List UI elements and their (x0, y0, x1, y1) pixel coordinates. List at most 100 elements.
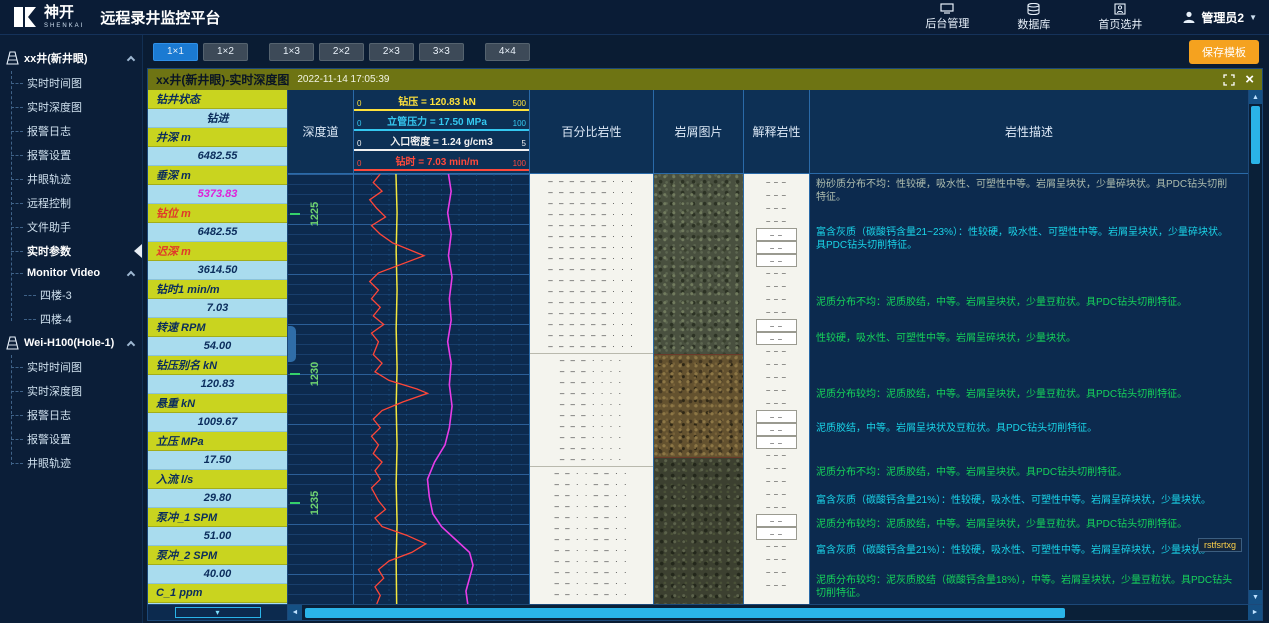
lithology-symbol-row: – – – (744, 202, 809, 215)
horizontal-scrollbar[interactable]: ◄ ► (288, 605, 1262, 620)
param-value: 钻进 (148, 109, 287, 128)
sidebar-item-realtime-params-1[interactable]: 实时参数 (0, 239, 142, 263)
params-scroll-down-button[interactable]: ▾ (175, 607, 261, 618)
lithology-symbol-row: – – – (744, 267, 809, 280)
param-value: 6482.55 (148, 223, 287, 242)
lithology-symbol-row: – – · · – – · · (530, 545, 653, 556)
lithology-symbol-row: – – (756, 514, 797, 527)
tick-mark (290, 213, 300, 215)
sidebar-item-alarm-settings-1[interactable]: 报警设置 (0, 143, 142, 167)
layout-button-1x1[interactable]: 1×1 (153, 43, 198, 61)
bottom-scroll-row: ▾ ◄ ► (148, 604, 1262, 620)
depth-value: 1225 (309, 202, 321, 226)
param-row: C_1 ppm--- (148, 584, 287, 604)
layout-button-1x3[interactable]: 1×3 (269, 43, 314, 61)
layout-button-2x3[interactable]: 2×3 (369, 43, 414, 61)
depth-value: 1235 (309, 490, 321, 514)
scroll-right-icon[interactable]: ► (1248, 605, 1262, 620)
save-template-button[interactable]: 保存模板 (1189, 40, 1259, 64)
scroll-left-icon[interactable]: ◄ (288, 605, 302, 620)
sidebar-group-xx-well[interactable]: xx井(新井眼) (0, 45, 142, 71)
sidebar-item-floor4-3[interactable]: 四楼-3 (0, 283, 142, 307)
param-row: 转速 RPM54.00 (148, 318, 287, 356)
close-icon[interactable]: × (1245, 72, 1254, 87)
legend-min: 0 (357, 99, 361, 108)
layout-button-3x3[interactable]: 3×3 (419, 43, 464, 61)
group-label: Wei-H100(Hole-1) (24, 337, 123, 349)
sidebar-group-wei-h100[interactable]: Wei-H100(Hole-1) (0, 331, 142, 355)
param-row: 钻井状态钻进 (148, 90, 287, 128)
horizontal-scroll-thumb[interactable] (305, 608, 1065, 618)
sidebar-item-well-trajectory-2[interactable]: 井眼轨迹 (0, 451, 142, 475)
cuttings-photo-3 (654, 458, 743, 604)
sidebar-item-file-assistant-1[interactable]: 文件助手 (0, 215, 142, 239)
param-value: 7.03 (148, 299, 287, 318)
nav-backend-management[interactable]: 后台管理 (925, 3, 969, 31)
tree-items-well2: 实时时间图 实时深度图 报警日志 报警设置 井眼轨迹 (0, 355, 142, 475)
lithology-percent-track: – – – – – – · · ·– – – – – – · · ·– – – … (530, 174, 654, 604)
sidebar-item-realtime-time-chart-1[interactable]: 实时时间图 (0, 71, 142, 95)
nav-label: 数据库 (1017, 16, 1050, 32)
legend-max: 5 (522, 139, 526, 148)
sidebar-item-alarm-log-2[interactable]: 报警日志 (0, 403, 142, 427)
lithology-symbol-row: – – – (744, 189, 809, 202)
lithology-symbol-row: – – – (744, 566, 809, 579)
lithology-symbol-row: – – – – – – · · · (530, 187, 653, 198)
layout-button-1x2[interactable]: 1×2 (203, 43, 248, 61)
column-header-lithology-description: 岩性描述 (810, 90, 1248, 173)
lithology-symbol-row: – – (756, 254, 797, 267)
curve-钻时 (370, 174, 428, 604)
depth-tick: 1230 (290, 368, 353, 380)
param-label: 悬重 kN (148, 394, 287, 413)
sidebar-item-well-trajectory-1[interactable]: 井眼轨迹 (0, 167, 142, 191)
sidebar-item-remote-control-1[interactable]: 远程控制 (0, 191, 142, 215)
param-label: 泵冲_1 SPM (148, 508, 287, 527)
param-row: 迟深 m3614.50 (148, 242, 287, 280)
sidebar-item-alarm-log-1[interactable]: 报警日志 (0, 119, 142, 143)
lithology-description: 泥质胶结，中等。岩屑呈块状及豆粒状。具PDC钻头切削特征。 (816, 422, 1236, 435)
derrick-icon (6, 336, 19, 350)
sidebar-item-floor4-4[interactable]: 四楼-4 (0, 307, 142, 331)
user-menu[interactable]: 管理员2 ▼ (1182, 9, 1257, 26)
lithology-symbol-row: – – · · – – · · (530, 490, 653, 501)
sidebar-item-realtime-depth-chart-1[interactable]: 实时深度图 (0, 95, 142, 119)
item-label: 远程控制 (27, 198, 71, 210)
lithology-symbol-row: – – – – – – · · · (530, 242, 653, 253)
lithology-description: 富含灰质（碳酸钙含量21%）：性较硬，吸水性、可塑性中等。岩屑呈碎块状，少量块状… (816, 544, 1236, 557)
lithology-description: 泥质分布不均：泥质胶结，中等。岩屑呈块状。具PDC钻头切削特征。 (816, 466, 1236, 479)
lithology-symbol-row: – – – – – – · · · (530, 231, 653, 242)
lithology-symbol-row: – – – (744, 215, 809, 228)
lithology-symbol-row: – – · · – – · · (530, 501, 653, 512)
nav-database[interactable]: 数据库 (1017, 3, 1050, 32)
vertical-scrollbar[interactable]: ▲ ▼ (1248, 90, 1262, 604)
param-row: 钻时1 min/m7.03 (148, 280, 287, 318)
layout-button-4x4[interactable]: 4×4 (485, 43, 530, 61)
nav-home-well-select[interactable]: 首页选井 (1098, 3, 1142, 32)
vertical-scroll-track[interactable] (1249, 164, 1262, 590)
lithology-symbol-row: – – – (744, 280, 809, 293)
scroll-up-icon[interactable]: ▲ (1249, 90, 1262, 104)
param-label: 迟深 m (148, 242, 287, 261)
column-header-cuttings-photo: 岩屑图片 (654, 90, 744, 173)
param-value: 1009.67 (148, 413, 287, 432)
section-divider (530, 353, 653, 354)
user-icon (1182, 10, 1196, 24)
monitor-icon (940, 3, 954, 14)
vertical-scroll-thumb[interactable] (1251, 106, 1260, 164)
sidebar-item-realtime-depth-chart-2[interactable]: 实时深度图 (0, 379, 142, 403)
params-collapse-handle[interactable] (288, 326, 296, 362)
layout-button-2x2[interactable]: 2×2 (319, 43, 364, 61)
scroll-down-icon[interactable]: ▼ (1249, 590, 1262, 604)
sidebar-subgroup-monitor-video[interactable]: Monitor Video (0, 263, 142, 283)
sidebar-item-realtime-time-chart-2[interactable]: 实时时间图 (0, 355, 142, 379)
lithology-symbol-row: – – – (744, 475, 809, 488)
param-label: 钻井状态 (148, 90, 287, 109)
lithology-symbol-row: – – (756, 319, 797, 332)
tree-items-well1: 实时时间图 实时深度图 报警日志 报警设置 井眼轨迹 远程控制 文件助手 实时参… (0, 71, 142, 331)
sidebar-item-alarm-settings-2[interactable]: 报警设置 (0, 427, 142, 451)
lithology-symbol-row: – – – – – – · · · (530, 176, 653, 187)
lithology-symbol-row: – – – (744, 293, 809, 306)
param-row: 井深 m6482.55 (148, 128, 287, 166)
fullscreen-icon[interactable] (1223, 74, 1235, 86)
param-label: 钻时1 min/m (148, 280, 287, 299)
